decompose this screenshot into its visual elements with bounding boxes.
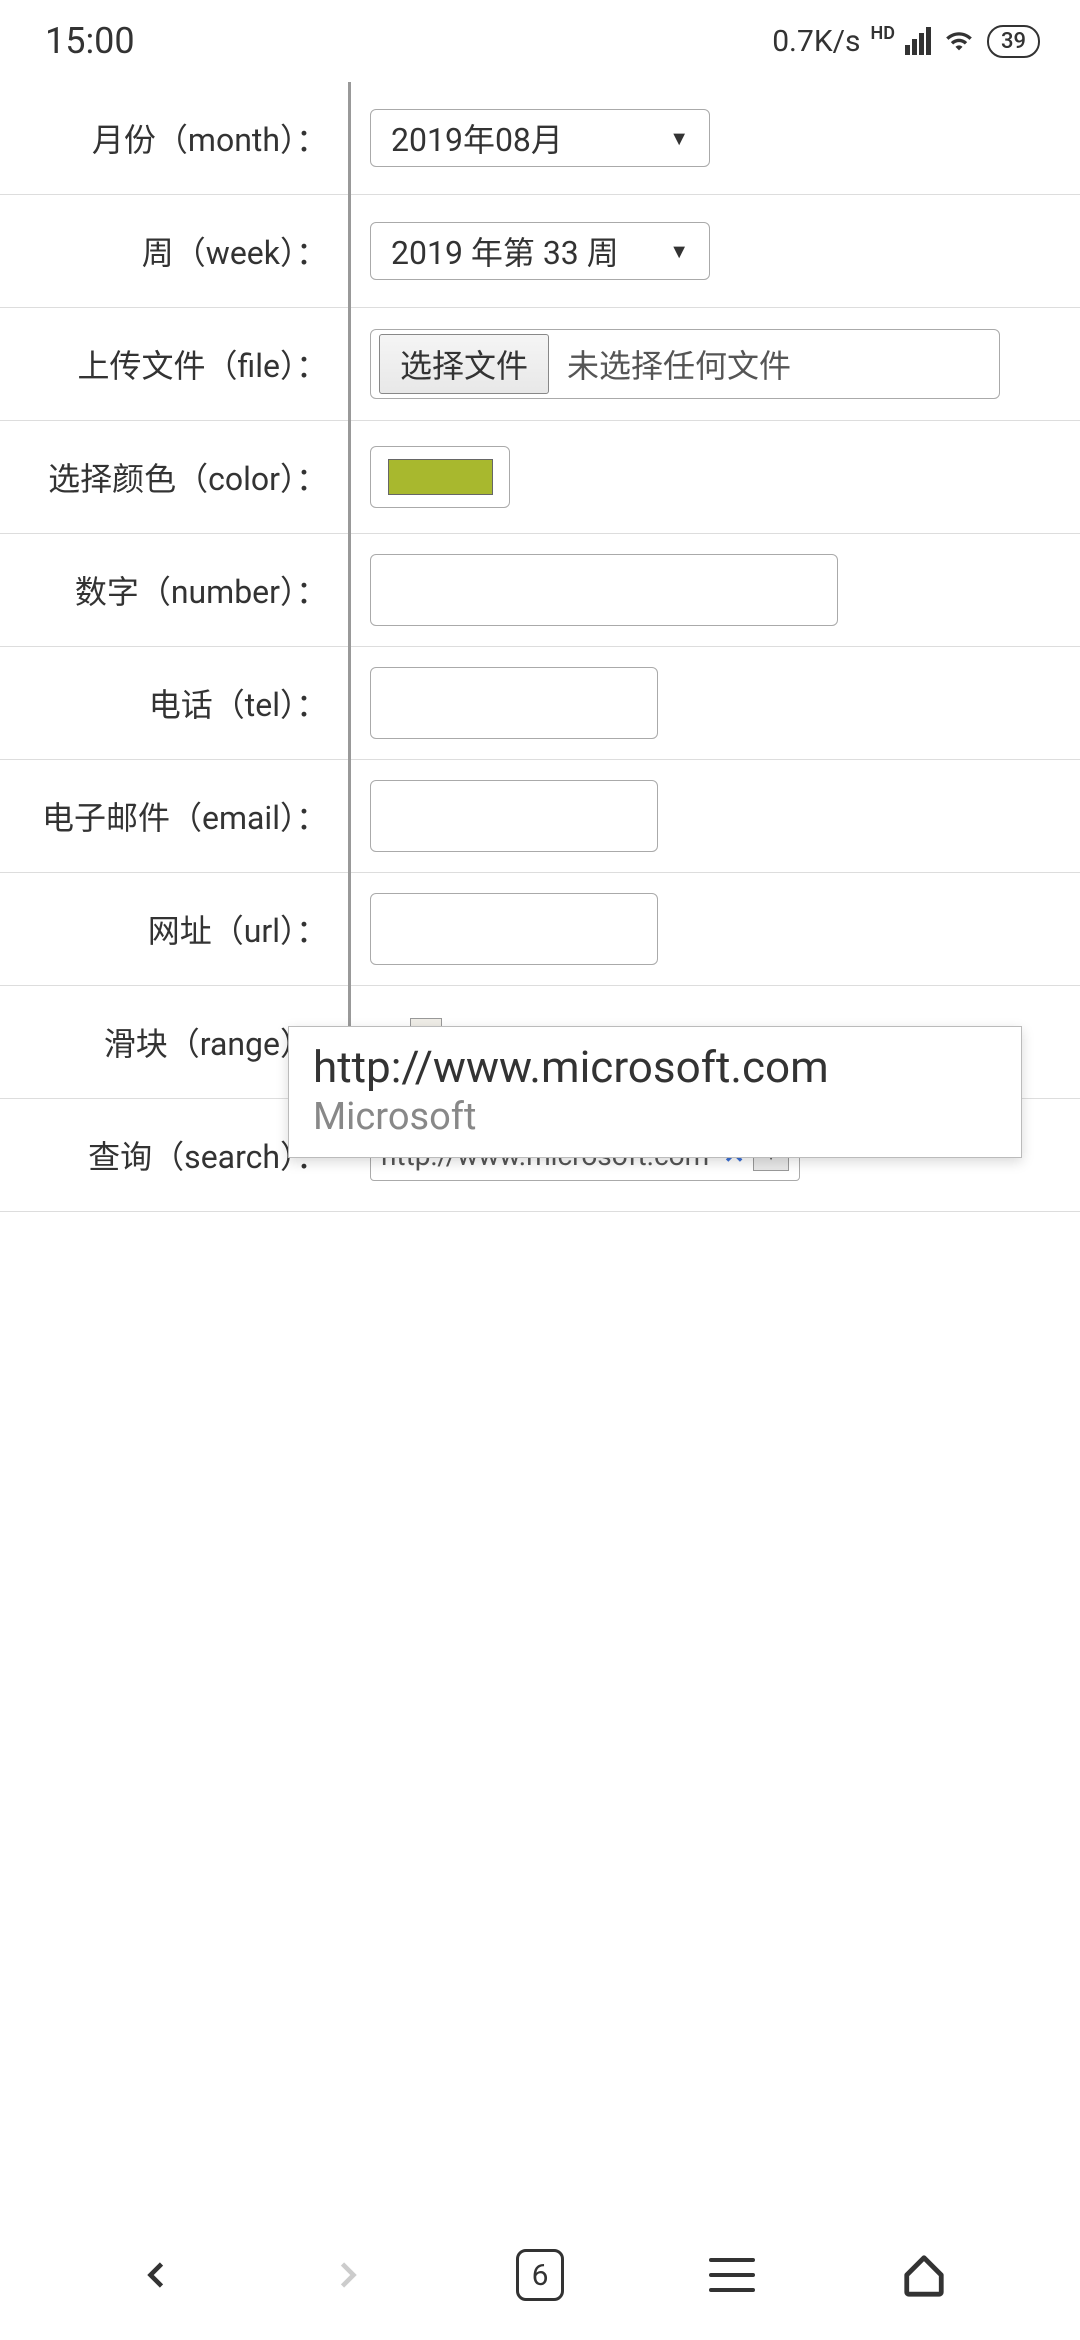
label-email: 电子邮件（email）： [0,793,348,839]
week-value: 2019 年第 33 周 [391,228,619,274]
divider-line [348,82,351,1102]
tabs-count: 6 [516,2249,564,2301]
row-number: 数字（number）： [0,534,1080,647]
email-input[interactable] [370,780,658,852]
home-button[interactable] [896,2247,952,2303]
status-time: 15:00 [45,20,135,62]
forward-button[interactable] [320,2247,376,2303]
menu-icon [709,2258,755,2292]
chevron-down-icon: ▼ [669,126,689,151]
color-input[interactable] [370,446,510,508]
label-month: 月份（month）： [0,115,348,161]
row-month: 月份（month）： 2019年08月 ▼ [0,82,1080,195]
home-icon [901,2252,947,2298]
row-email: 电子邮件（email）： [0,760,1080,873]
autocomplete-title: Microsoft [313,1095,997,1139]
row-url: 网址（url）： [0,873,1080,986]
back-button[interactable] [128,2247,184,2303]
row-week: 周（week）： 2019 年第 33 周 ▼ [0,195,1080,308]
file-status: 未选择任何文件 [567,341,791,387]
row-file: 上传文件（file）： 选择文件 未选择任何文件 [0,308,1080,421]
week-select[interactable]: 2019 年第 33 周 ▼ [370,222,710,280]
file-input[interactable]: 选择文件 未选择任何文件 [370,329,1000,399]
label-color: 选择颜色（color）： [0,454,348,500]
month-value: 2019年08月 [391,115,563,161]
file-choose-button[interactable]: 选择文件 [379,334,549,394]
label-week: 周（week）： [0,228,348,274]
autocomplete-url: http://www.microsoft.com [313,1041,997,1093]
month-select[interactable]: 2019年08月 ▼ [370,109,710,167]
label-tel: 电话（tel）： [0,680,348,726]
number-input[interactable] [370,554,838,626]
row-color: 选择颜色（color）： [0,421,1080,534]
label-file: 上传文件（file）： [0,341,348,387]
color-swatch [388,459,493,495]
url-input[interactable] [370,893,658,965]
label-url: 网址（url）： [0,906,348,952]
chevron-down-icon: ▼ [669,239,689,264]
hd-indicator: HD [871,23,895,44]
autocomplete-dropdown[interactable]: http://www.microsoft.com Microsoft [288,1026,1022,1158]
wifi-icon [941,27,977,55]
row-tel: 电话（tel）： [0,647,1080,760]
menu-button[interactable] [704,2247,760,2303]
battery-indicator: 39 [987,25,1040,58]
tabs-button[interactable]: 6 [512,2247,568,2303]
label-number: 数字（number）： [0,567,348,613]
tel-input[interactable] [370,667,658,739]
network-speed: 0.7K/s [772,24,860,59]
browser-bottom-nav: 6 [0,2210,1080,2340]
signal-icon [905,27,931,55]
status-indicators: 0.7K/s HD 39 [772,24,1040,59]
status-bar: 15:00 0.7K/s HD 39 [0,0,1080,82]
